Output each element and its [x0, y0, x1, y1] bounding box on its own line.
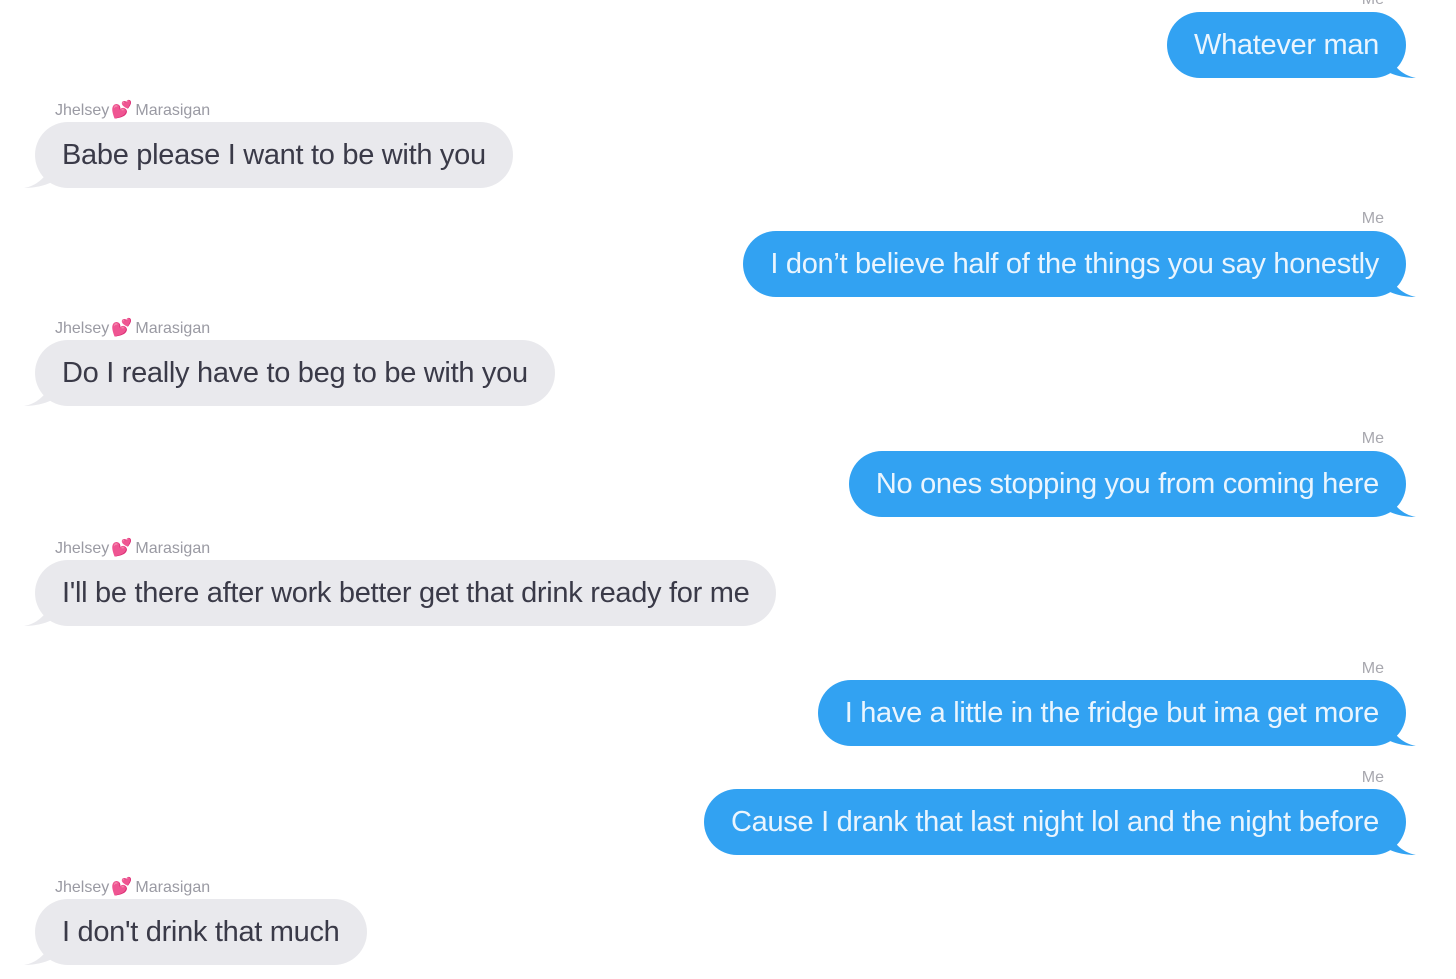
contact-first-name: Jhelsey — [55, 320, 110, 337]
bubble-tail-icon — [24, 941, 52, 965]
contact-last-name: Marasigan — [135, 320, 211, 337]
incoming-message-bubble[interactable]: Babe please I want to be with you — [35, 122, 513, 188]
bubble-tail-icon — [1388, 493, 1416, 517]
two-hearts-icon: 💕 — [111, 877, 133, 896]
two-hearts-icon: 💕 — [111, 318, 133, 337]
outgoing-message-bubble[interactable]: I don’t believe half of the things you s… — [743, 231, 1406, 297]
sender-label-contact: Jhelsey 💕 Marasigan — [55, 101, 210, 120]
sender-label-me: Me — [1361, 210, 1384, 227]
bubble-tail-icon — [1388, 273, 1416, 297]
outgoing-message-bubble[interactable]: No ones stopping you from coming here — [848, 451, 1406, 517]
sender-label-me: Me — [1361, 769, 1384, 786]
contact-first-name: Jhelsey — [55, 879, 110, 896]
sender-label-me: Me — [1361, 430, 1384, 447]
two-hearts-icon: 💕 — [111, 538, 133, 557]
sender-label-me: Me — [1362, 0, 1384, 9]
contact-first-name: Jhelsey — [55, 102, 110, 119]
bubble-tail-icon — [1388, 831, 1416, 855]
sender-label-me: Me — [1361, 660, 1384, 677]
two-hearts-icon: 💕 — [111, 100, 133, 119]
sender-label-contact: Jhelsey 💕 Marasigan — [55, 539, 210, 558]
bubble-tail-icon — [24, 602, 52, 626]
bubble-tail-icon — [1388, 722, 1416, 746]
outgoing-message-bubble[interactable]: I have a little in the fridge but ima ge… — [817, 680, 1406, 746]
contact-last-name: Marasigan — [135, 879, 211, 896]
contact-first-name: Jhelsey — [55, 540, 110, 557]
bubble-tail-icon — [1388, 54, 1416, 78]
bubble-tail-icon — [24, 382, 52, 406]
incoming-message-bubble[interactable]: I'll be there after work better get that… — [35, 560, 777, 626]
incoming-message-bubble[interactable]: Do I really have to beg to be with you — [35, 340, 555, 406]
contact-last-name: Marasigan — [135, 540, 211, 557]
outgoing-message-bubble[interactable]: Whatever man — [1167, 12, 1406, 78]
outgoing-message-bubble[interactable]: Cause I drank that last night lol and th… — [703, 789, 1406, 855]
incoming-message-bubble[interactable]: I don't drink that much — [35, 899, 367, 965]
sender-label-contact: Jhelsey 💕 Marasigan — [55, 319, 210, 338]
bubble-tail-icon — [24, 164, 52, 188]
contact-last-name: Marasigan — [135, 102, 211, 119]
message-thread: Me Whatever man Jhelsey💕Marasigan Babe p… — [0, 0, 1456, 979]
sender-label-contact: Jhelsey 💕 Marasigan — [55, 878, 210, 897]
